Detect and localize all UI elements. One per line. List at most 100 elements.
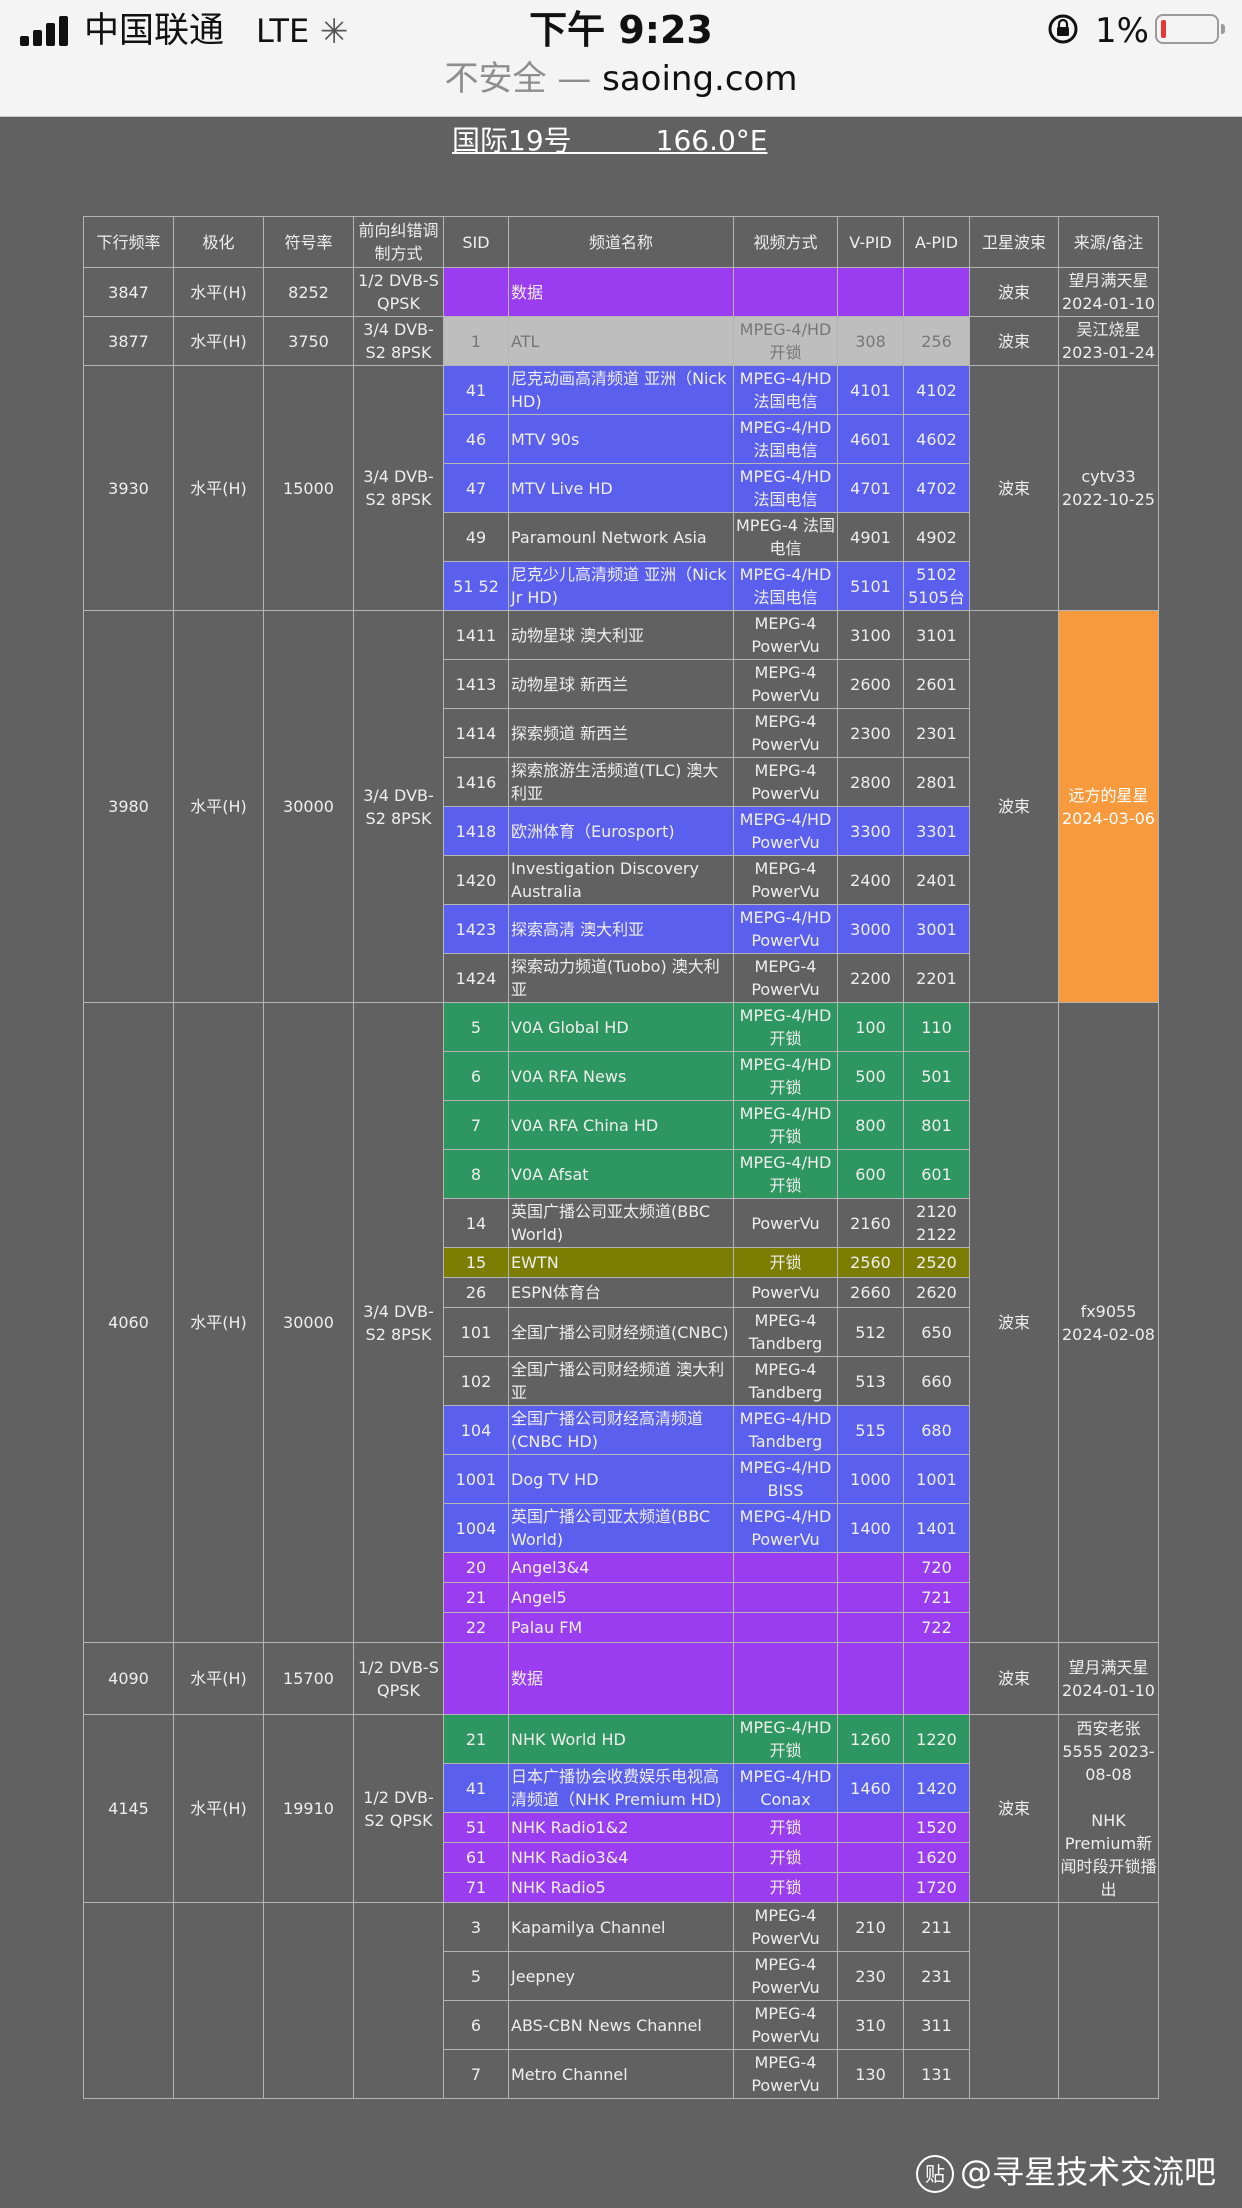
cell-video-format: 开锁 xyxy=(733,1247,838,1278)
cell-vpid xyxy=(837,267,904,317)
cell-video-format: MPEG-4 PowerVu xyxy=(733,1902,838,1952)
cell-channel-name: 全国广播公司财经高清频道(CNBC HD) xyxy=(508,1405,734,1455)
cell-vpid: 4901 xyxy=(837,512,904,562)
cell-video-format: PowerVu xyxy=(733,1277,838,1308)
cell-vpid: 308 xyxy=(837,316,904,366)
cell-channel-name: NHK World HD xyxy=(508,1714,734,1764)
cell-video-format: MPEG-4/HD Tandberg xyxy=(733,1405,838,1455)
cell-channel-name: Kapamilya Channel xyxy=(508,1902,734,1952)
cell-sid: 49 xyxy=(443,512,509,562)
cell-sid: 14 xyxy=(443,1198,509,1248)
cell-sid: 71 xyxy=(443,1872,509,1903)
cell-symbol-rate xyxy=(263,1902,354,2099)
cell-vpid: 1460 xyxy=(837,1763,904,1813)
site-domain: saoing.com xyxy=(602,59,798,99)
cell-video-format: MPEG-4/HD 开锁 xyxy=(733,1002,838,1052)
cell-vpid: 210 xyxy=(837,1902,904,1952)
cell-sid: 22 xyxy=(443,1612,509,1643)
cell-sid: 51 xyxy=(443,1812,509,1843)
table-row: 4090 水平(H) 15700 1/2 DVB-S QPSK 数据 波束 望月满天星 20… xyxy=(83,1642,1159,1715)
cell-channel-name: ESPN体育台 xyxy=(508,1277,734,1308)
cell-vpid xyxy=(837,1642,904,1715)
cell-video-format: MPEG-4/HD 法国电信 xyxy=(733,561,838,611)
column-header: 频道名称 xyxy=(508,216,734,268)
cell-symbol-rate: 15000 xyxy=(263,365,354,611)
cell-apid: 1520 xyxy=(903,1812,970,1843)
cell-frequency: 3847 xyxy=(83,267,174,317)
cell-sid: 104 xyxy=(443,1405,509,1455)
cell-channel-name: 动物星球 新西兰 xyxy=(508,659,734,709)
cell-apid: 721 xyxy=(903,1582,970,1613)
cell-frequency: 4090 xyxy=(83,1642,174,1715)
cell-video-format: MPEG-4/HD 法国电信 xyxy=(733,463,838,513)
cell-polarization: 水平(H) xyxy=(173,267,264,317)
cell-apid: 2801 xyxy=(903,757,970,807)
cell-vpid: 130 xyxy=(837,2049,904,2099)
cell-apid: 680 xyxy=(903,1405,970,1455)
page-title[interactable]: 国际19号 166.0°E xyxy=(452,124,767,158)
cell-sid: 41 xyxy=(443,365,509,415)
cell-video-format: MPEG-4 Tandberg xyxy=(733,1356,838,1406)
cell-sid: 26 xyxy=(443,1277,509,1308)
cell-channel-name: ATL xyxy=(508,316,734,366)
cell-video-format: MPEG-4/HD 法国电信 xyxy=(733,414,838,464)
battery-icon xyxy=(1155,14,1225,44)
cell-polarization: 水平(H) xyxy=(173,610,264,1003)
cell-sid: 1411 xyxy=(443,610,509,660)
cell-fec-modulation xyxy=(353,1902,444,2099)
cell-channel-name: 尼克少儿高清频道 亚洲（Nick Jr HD) xyxy=(508,561,734,611)
cell-vpid xyxy=(837,1812,904,1843)
cell-channel-name: 探索高清 澳大利亚 xyxy=(508,904,734,954)
cell-sid: 21 xyxy=(443,1582,509,1613)
cell-sid: 20 xyxy=(443,1552,509,1583)
cell-beam xyxy=(969,1902,1059,2099)
cell-polarization: 水平(H) xyxy=(173,365,264,611)
cell-vpid: 3300 xyxy=(837,806,904,856)
table-row: 4060 水平(H) 30000 3/4 DVB-S2 8PSK 5 V0A Global… xyxy=(83,1002,1159,1643)
cell-video-format: 开锁 xyxy=(733,1872,838,1903)
cell-video-format: MPEG-4/HD Conax xyxy=(733,1763,838,1813)
cell-video-format xyxy=(733,1612,838,1643)
cell-sid: 51 52 xyxy=(443,561,509,611)
address-bar[interactable]: 不安全 — saoing.com xyxy=(0,56,1242,102)
battery-percent: 1% xyxy=(1095,11,1149,51)
cell-source-note: 吴江烧星 2023-01-24 xyxy=(1058,316,1159,366)
cell-frequency: 4145 xyxy=(83,1714,174,1903)
cell-sid: 5 xyxy=(443,1002,509,1052)
cell-vpid: 310 xyxy=(837,2000,904,2050)
cell-channel-name: 欧洲体育（Eurosport) xyxy=(508,806,734,856)
cell-sid: 7 xyxy=(443,2049,509,2099)
cell-channel-name: Paramounl Network Asia xyxy=(508,512,734,562)
cell-video-format: MPEG-4/HD 开锁 xyxy=(733,1100,838,1150)
cell-apid: 650 xyxy=(903,1307,970,1357)
cell-video-format: 开锁 xyxy=(733,1842,838,1873)
cell-channel-name: V0A Afsat xyxy=(508,1149,734,1199)
cell-channel-name: MTV 90s xyxy=(508,414,734,464)
cell-sid xyxy=(443,267,509,317)
cell-polarization: 水平(H) xyxy=(173,1642,264,1715)
cell-source-note: 西安老张 5555 2023-08-08 NHK Premium新闻时段开锁播出 xyxy=(1058,1714,1159,1903)
cell-channel-name: V0A Global HD xyxy=(508,1002,734,1052)
column-header: 卫星波束 xyxy=(969,216,1059,268)
cell-channel-name: NHK Radio3&4 xyxy=(508,1842,734,1873)
cell-apid xyxy=(903,267,970,317)
cell-channel-name: 探索频道 新西兰 xyxy=(508,708,734,758)
insecure-label: 不安全 — xyxy=(444,59,592,99)
cell-channel-name: Investigation Discovery Australia xyxy=(508,855,734,905)
transponder-table: 下行频率 极化 符号率 前向纠错调制方式 SID 频道名称 视频方式 V-PID A-PID 卫星… xyxy=(83,216,1159,2099)
cell-video-format: MEPG-4 PowerVu xyxy=(733,757,838,807)
cell-vpid: 2200 xyxy=(837,953,904,1003)
cell-sid: 1416 xyxy=(443,757,509,807)
cell-channel-name: 探索旅游生活频道(TLC) 澳大利亚 xyxy=(508,757,734,807)
table-row: 3847 水平(H) 8252 1/2 DVB-S QPSK 数据 波束 望月满天星 202… xyxy=(83,267,1159,317)
cell-source-note: 望月满天星 2024-01-10 xyxy=(1058,267,1159,317)
cell-video-format: MPEG-4/HD BISS xyxy=(733,1454,838,1504)
cell-beam: 波束 xyxy=(969,610,1059,1003)
cell-sid: 6 xyxy=(443,1051,509,1101)
column-header: 来源/备注 xyxy=(1058,216,1159,268)
cell-source-note xyxy=(1058,1902,1159,2099)
cell-apid: 2301 xyxy=(903,708,970,758)
cell-vpid: 100 xyxy=(837,1002,904,1052)
cell-apid: 4102 xyxy=(903,365,970,415)
cell-channel-name: Dog TV HD xyxy=(508,1454,734,1504)
